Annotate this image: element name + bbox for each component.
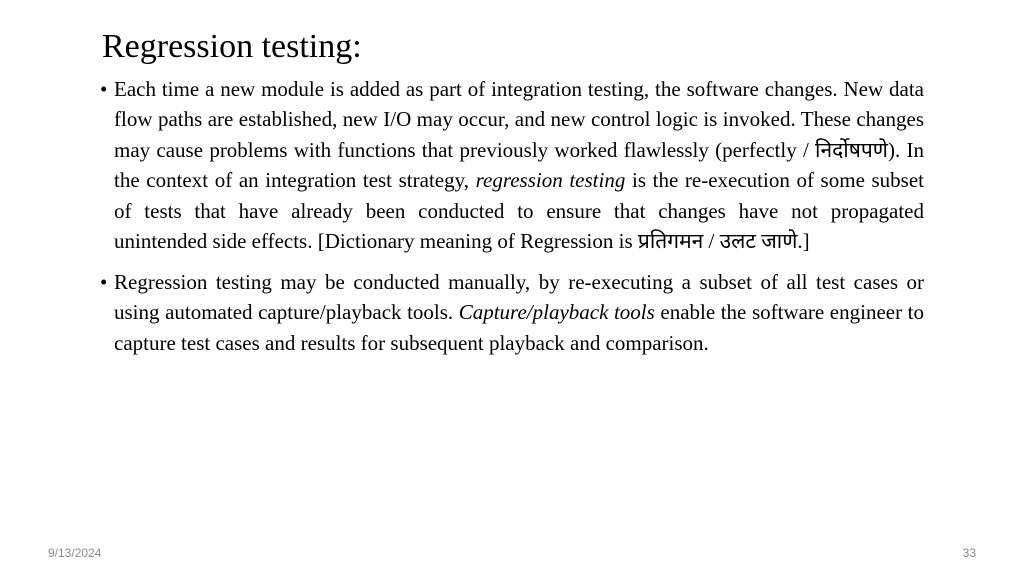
bullet-item: Each time a new module is added as part … (100, 74, 924, 257)
bullet-text-italic: Capture/playback tools (459, 300, 655, 324)
footer-date: 9/13/2024 (48, 546, 101, 560)
bullet-item: Regression testing may be conducted manu… (100, 267, 924, 358)
bullet-list: Each time a new module is added as part … (100, 74, 924, 358)
bullet-text-italic: regression testing (476, 168, 626, 192)
slide-title: Regression testing: (102, 28, 924, 66)
footer-page-number: 33 (963, 546, 976, 560)
